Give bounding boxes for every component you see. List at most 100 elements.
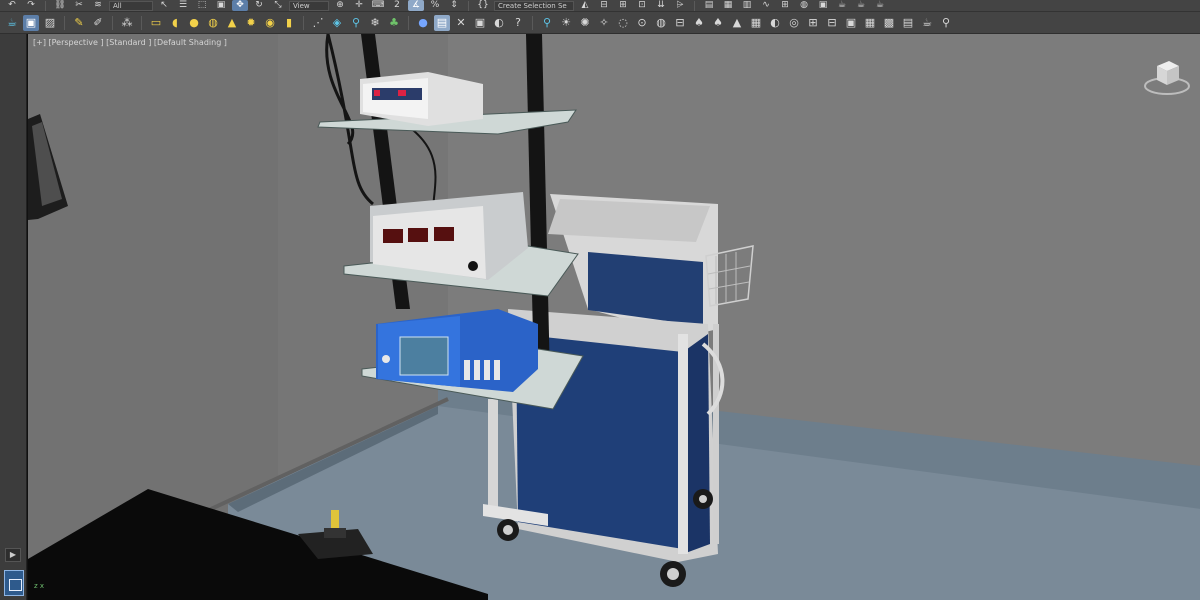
app-window: ↶ ↷ ⛓ ✂ ≋ All ↖ ☰ ⬚ ▣ ✥ ↻ ⤡ View ⊕ ✛ ⌨ 2… xyxy=(0,0,1200,600)
checker-icon[interactable]: ▩ xyxy=(881,15,897,31)
box-icon[interactable]: ▭ xyxy=(148,15,164,31)
unlink-icon[interactable]: ✂ xyxy=(71,0,87,11)
bind-icon[interactable]: ≋ xyxy=(90,0,106,11)
render-frame-icon[interactable]: ☕ xyxy=(834,0,850,11)
mesh-icon[interactable]: ▦ xyxy=(748,15,764,31)
reference-coord-dropdown[interactable]: View xyxy=(289,0,329,11)
helper-icon[interactable]: ⚲ xyxy=(348,15,364,31)
material-icon[interactable]: ● xyxy=(415,15,431,31)
fir-tree-icon[interactable]: ♠ xyxy=(710,15,726,31)
viewcube-widget[interactable] xyxy=(1141,52,1193,104)
cone-icon[interactable]: ▲ xyxy=(224,15,240,31)
align-icon[interactable]: ⊟ xyxy=(596,0,612,11)
spinner-snap-icon[interactable]: ⇕ xyxy=(446,0,462,11)
toolbar-separator xyxy=(532,15,533,30)
viewport-layout-button[interactable] xyxy=(4,570,24,596)
mirror-icon[interactable]: ◭ xyxy=(577,0,593,11)
spot-light-icon[interactable]: ✧ xyxy=(596,15,612,31)
tree-icon[interactable]: ♠ xyxy=(691,15,707,31)
link-icon[interactable]: ⛓ xyxy=(52,0,68,11)
keyboard-shortcut-icon[interactable]: ⌨ xyxy=(370,0,386,11)
material-editor-icon[interactable]: ◍ xyxy=(796,0,812,11)
rock-icon[interactable]: ▲ xyxy=(729,15,745,31)
teapot-icon[interactable]: ☕ xyxy=(4,15,20,31)
cart-front-post xyxy=(678,334,688,554)
area-light-icon[interactable]: ◌ xyxy=(615,15,631,31)
select-by-name-icon[interactable]: ☰ xyxy=(175,0,191,11)
schematic-icon[interactable]: ⊞ xyxy=(777,0,793,11)
layer-icon[interactable]: ▤ xyxy=(701,0,717,11)
rotate-icon[interactable]: ↻ xyxy=(251,0,267,11)
torus-icon[interactable]: ◍ xyxy=(205,15,221,31)
render-activeshade-icon[interactable]: ☕ xyxy=(872,0,888,11)
plane-icon[interactable]: ▮ xyxy=(281,15,297,31)
light-icon[interactable]: ✹ xyxy=(243,15,259,31)
frame-buffer-icon[interactable]: ⊞ xyxy=(805,15,821,31)
paint-icon[interactable]: ◈ xyxy=(329,15,345,31)
move-icon[interactable]: ✥ xyxy=(232,0,248,11)
photometric-icon[interactable]: ⊙ xyxy=(634,15,650,31)
omni-light-icon[interactable]: ✺ xyxy=(577,15,593,31)
window-crossing-icon[interactable]: ▣ xyxy=(213,0,229,11)
play-button[interactable]: ▶ xyxy=(5,548,21,562)
ribbon-icon[interactable]: ▥ xyxy=(739,0,755,11)
perspective-viewport[interactable]: [+] [Perspective ] [Standard ] [Default … xyxy=(27,34,1200,600)
object-paint-icon[interactable]: ✎ xyxy=(71,15,87,31)
image-icon[interactable]: ▨ xyxy=(42,15,58,31)
top-device-led xyxy=(398,90,406,96)
grid-icon[interactable]: ⋰ xyxy=(310,15,326,31)
create-icon[interactable]: ▣ xyxy=(23,14,39,31)
snap-icon[interactable]: ∡ xyxy=(408,0,424,11)
undo-icon[interactable]: ↶ xyxy=(4,0,20,11)
cloud-icon[interactable]: ⊟ xyxy=(672,15,688,31)
pin-icon[interactable]: ⚲ xyxy=(539,15,555,31)
sky-icon[interactable]: ◍ xyxy=(653,15,669,31)
teapot-render-icon[interactable]: ☕ xyxy=(919,15,935,31)
blue-device-port xyxy=(464,360,470,380)
curve-editor-icon[interactable]: ∿ xyxy=(758,0,774,11)
rect-region-icon[interactable]: ⬚ xyxy=(194,0,210,11)
display-icon[interactable]: ◐ xyxy=(491,15,507,31)
redo-icon[interactable]: ↷ xyxy=(23,0,39,11)
foliage-icon[interactable]: ♣ xyxy=(386,15,402,31)
percent-snap-icon[interactable]: % xyxy=(427,0,443,11)
toolbar-separator xyxy=(64,15,65,30)
scatter-icon[interactable]: ⁂ xyxy=(119,15,135,31)
manipulate-icon[interactable]: ✛ xyxy=(351,0,367,11)
modifier-icon[interactable]: ▤ xyxy=(434,14,450,31)
normal-align-icon[interactable]: ⊡ xyxy=(634,0,650,11)
render-setup-icon[interactable]: ▣ xyxy=(815,0,831,11)
align-camera-icon[interactable]: ⩥ xyxy=(672,0,688,11)
material-browser-icon[interactable]: ▤ xyxy=(900,15,916,31)
scale-icon[interactable]: ⤡ xyxy=(270,0,286,11)
brush-icon[interactable]: ✐ xyxy=(90,15,106,31)
cylinder-icon[interactable]: ● xyxy=(186,15,202,31)
sun-icon[interactable]: ☀ xyxy=(558,15,574,31)
named-selection-dropdown[interactable]: Create Selection Se xyxy=(494,0,574,11)
scene-explorer-icon[interactable]: ▦ xyxy=(720,0,736,11)
render-icon[interactable]: ☕ xyxy=(853,0,869,11)
angle-snap-icon[interactable]: 2 xyxy=(389,0,405,11)
geosphere-icon[interactable]: ◉ xyxy=(262,15,278,31)
edit-named-selection-icon[interactable]: {} xyxy=(475,0,491,11)
blue-device-port xyxy=(484,360,490,380)
particle-icon[interactable]: ❄ xyxy=(367,15,383,31)
select-icon[interactable]: ↖ xyxy=(156,0,172,11)
quick-align-icon[interactable]: ⊞ xyxy=(615,0,631,11)
sphere-icon[interactable]: ◖ xyxy=(167,15,183,31)
place-highlight-icon[interactable]: ⇊ xyxy=(653,0,669,11)
settings-icon[interactable]: ⊟ xyxy=(824,15,840,31)
selection-filter-dropdown[interactable]: All xyxy=(109,0,153,11)
close-icon[interactable]: ✕ xyxy=(453,15,469,31)
axis-z-label: z xyxy=(34,582,38,590)
viewport-label[interactable]: [+] [Perspective ] [Standard ] [Default … xyxy=(33,38,227,47)
bitmap-icon[interactable]: ▣ xyxy=(843,15,859,31)
camera-icon[interactable]: ▣ xyxy=(472,15,488,31)
pivot-icon[interactable]: ⊕ xyxy=(332,0,348,11)
grid-view-icon[interactable]: ▦ xyxy=(862,15,878,31)
render-element-icon[interactable]: ◎ xyxy=(786,15,802,31)
bulb-icon[interactable]: ⚲ xyxy=(938,15,954,31)
proxy-icon[interactable]: ◐ xyxy=(767,15,783,31)
help-icon[interactable]: ? xyxy=(510,15,526,31)
wheel-hub xyxy=(699,495,707,503)
